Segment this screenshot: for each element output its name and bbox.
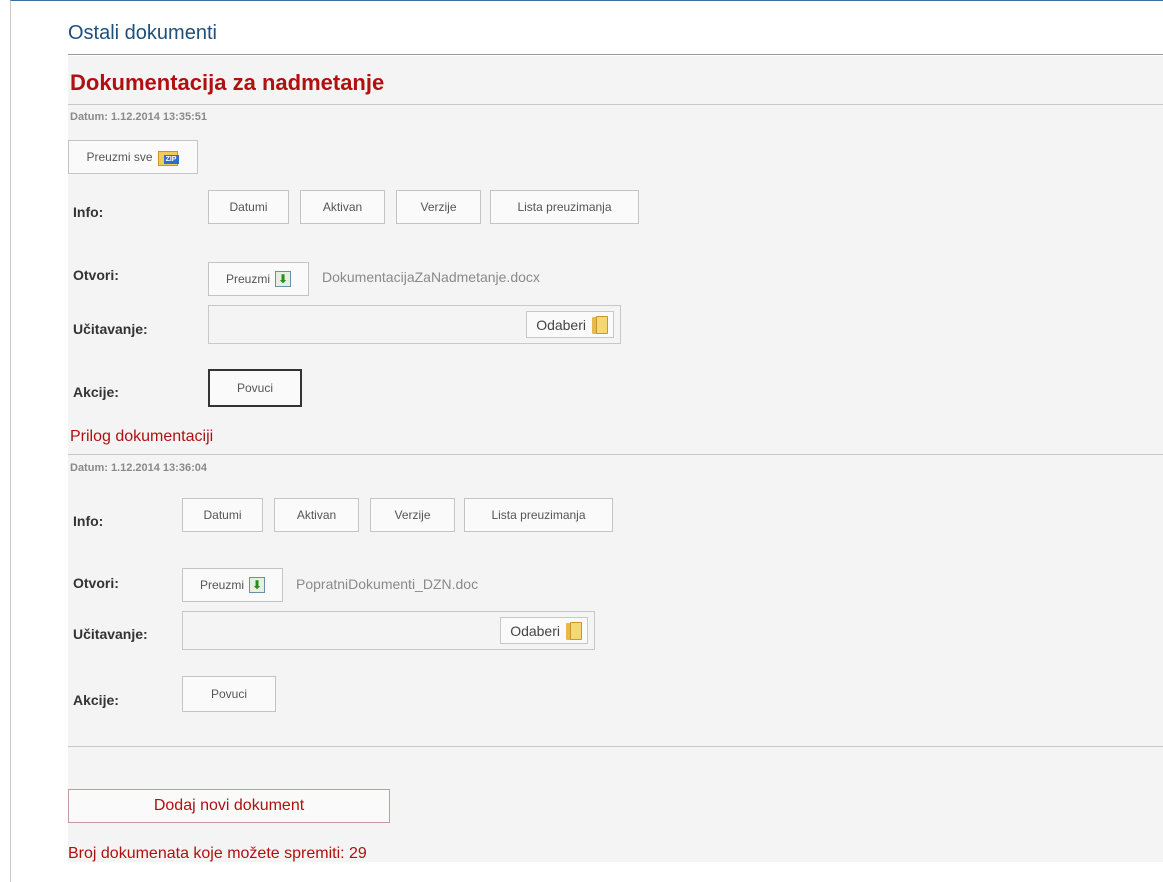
download-button[interactable]: Preuzmi ⬇ [182, 568, 283, 602]
actions-label: Akcije: [73, 692, 119, 708]
divider [68, 746, 1163, 747]
download-list-button[interactable]: Lista preuzimanja [490, 190, 639, 224]
download-list-button[interactable]: Lista preuzimanja [464, 498, 613, 532]
withdraw-button[interactable]: Povuci [208, 369, 302, 407]
choose-file-button[interactable]: Odaberi [500, 617, 588, 644]
choose-file-label: Odaberi [536, 316, 586, 333]
folder-icon [592, 315, 608, 334]
versions-button[interactable]: Verzije [396, 190, 481, 224]
file-name[interactable]: DokumentacijaZaNadmetanje.docx [322, 269, 540, 285]
divider [68, 454, 1163, 455]
title-divider [68, 54, 1163, 55]
download-button[interactable]: Preuzmi ⬇ [208, 262, 309, 296]
choose-file-button[interactable]: Odaberi [526, 311, 614, 338]
withdraw-button[interactable]: Povuci [182, 676, 276, 712]
documents-panel [68, 56, 1163, 862]
file-name[interactable]: PopratniDokumenti_DZN.doc [296, 576, 478, 592]
divider [68, 104, 1163, 105]
add-document-button[interactable]: Dodaj novi dokument [68, 789, 390, 823]
document-date: Datum: 1.12.2014 13:36:04 [70, 462, 207, 474]
active-button[interactable]: Aktivan [300, 190, 385, 224]
page-title: Ostali dokumenti [68, 22, 217, 44]
upload-label: Učitavanje: [73, 626, 148, 642]
actions-label: Akcije: [73, 384, 119, 400]
info-label: Info: [73, 513, 104, 529]
open-label: Otvori: [73, 267, 119, 283]
download-label: Preuzmi [199, 578, 244, 592]
document-title: Prilog dokumentaciji [70, 428, 214, 445]
info-label: Info: [73, 204, 104, 220]
upload-label: Učitavanje: [73, 321, 148, 337]
download-arrow-icon: ⬇ [275, 271, 291, 287]
upload-field[interactable]: Odaberi [182, 611, 595, 650]
download-all-label: Preuzmi sve [86, 150, 153, 164]
versions-button[interactable]: Verzije [370, 498, 455, 532]
choose-file-label: Odaberi [510, 622, 560, 639]
active-button[interactable]: Aktivan [274, 498, 359, 532]
remaining-count: Broj dokumenata koje možete spremiti: 29 [68, 845, 367, 862]
dates-button[interactable]: Datumi [182, 498, 263, 532]
open-label: Otvori: [73, 575, 119, 591]
document-date: Datum: 1.12.2014 13:35:51 [70, 111, 207, 123]
download-all-button[interactable]: Preuzmi sve ZIP [68, 140, 198, 174]
zip-icon: ZIP [157, 149, 180, 166]
download-arrow-icon: ⬇ [249, 577, 265, 593]
section-title: Dokumentacija za nadmetanje [70, 70, 385, 95]
upload-field[interactable]: Odaberi [208, 305, 621, 344]
folder-icon [566, 621, 582, 640]
download-label: Preuzmi [225, 272, 270, 286]
dates-button[interactable]: Datumi [208, 190, 289, 224]
